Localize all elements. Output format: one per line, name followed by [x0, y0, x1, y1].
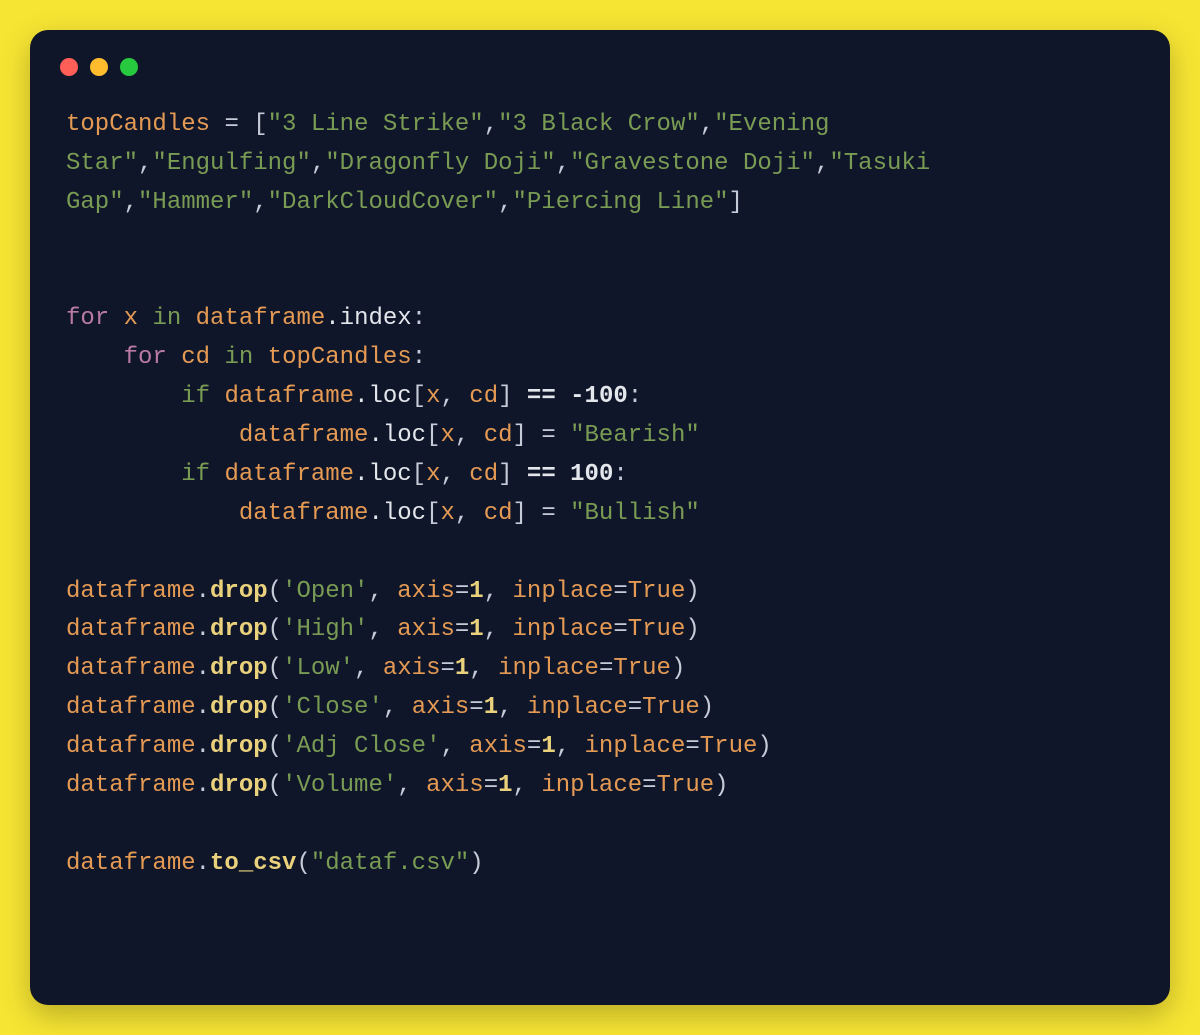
kw-for: for — [66, 305, 109, 332]
str-literal: "Dragonfly Doji" — [325, 150, 555, 177]
fn-drop: drop — [210, 616, 268, 643]
str-literal: "DarkCloudCover" — [268, 189, 498, 216]
var-cd: cd — [181, 344, 210, 371]
code-window: topCandles = ["3 Line Strike","3 Black C… — [30, 30, 1170, 1005]
str-csv: "dataf.csv" — [311, 850, 469, 877]
fn-drop: drop — [210, 655, 268, 682]
str-adjclose: 'Adj Close' — [282, 733, 440, 760]
fn-drop: drop — [210, 733, 268, 760]
str-low: 'Low' — [282, 655, 354, 682]
str-bearish: "Bearish" — [570, 422, 700, 449]
str-literal: "Hammer" — [138, 189, 253, 216]
str-literal: "Piercing Line" — [512, 189, 728, 216]
var-dataframe: dataframe — [196, 305, 326, 332]
kw-in: in — [224, 344, 253, 371]
fn-drop: drop — [210, 694, 268, 721]
kw-if: if — [181, 461, 210, 488]
fn-drop: drop — [210, 772, 268, 799]
kw-in: in — [152, 305, 181, 332]
var-topCandles: topCandles — [268, 344, 412, 371]
minimize-icon[interactable] — [90, 58, 108, 76]
code-block: topCandles = ["3 Line Strike","3 Black C… — [30, 76, 1170, 920]
op-eq: == — [527, 383, 556, 410]
num-100: 100 — [570, 461, 613, 488]
str-literal: "3 Black Crow" — [498, 111, 700, 138]
str-literal: "Engulfing" — [152, 150, 310, 177]
kw-if: if — [181, 383, 210, 410]
window-titlebar — [30, 58, 1170, 76]
fn-drop: drop — [210, 578, 268, 605]
num-neg100: -100 — [570, 383, 628, 410]
kw-for: for — [124, 344, 167, 371]
str-close: 'Close' — [282, 694, 383, 721]
str-literal: "Gravestone Doji" — [570, 150, 815, 177]
fn-to-csv: to_csv — [210, 850, 296, 877]
str-volume: 'Volume' — [282, 772, 397, 799]
attr-loc: .loc — [354, 383, 412, 410]
var-x: x — [124, 305, 138, 332]
op-eq: == — [527, 461, 556, 488]
str-open: 'Open' — [282, 578, 368, 605]
str-literal: "3 Line Strike" — [268, 111, 484, 138]
str-bullish: "Bullish" — [570, 500, 700, 527]
attr-index: .index — [325, 305, 411, 332]
var-topCandles: topCandles — [66, 111, 210, 138]
close-icon[interactable] — [60, 58, 78, 76]
zoom-icon[interactable] — [120, 58, 138, 76]
str-high: 'High' — [282, 616, 368, 643]
